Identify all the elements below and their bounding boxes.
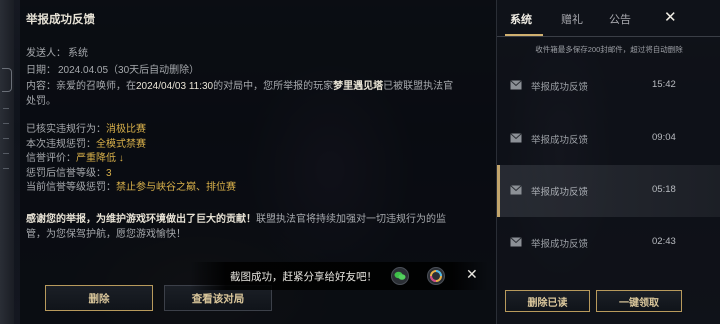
- mail-time: 02:43: [652, 236, 676, 247]
- toast-text: 截图成功，赶紧分享给好友吧！: [230, 271, 377, 283]
- mail-time: 15:42: [652, 79, 676, 90]
- detail-label: 信誉评价：: [26, 153, 76, 164]
- selected-indicator: [497, 165, 500, 217]
- detail-label: 已核实违规行为：: [26, 124, 106, 135]
- left-rail-marks: [3, 108, 11, 183]
- mail-list-item[interactable]: 举报成功反馈 15:42: [497, 60, 720, 112]
- sender-row: 发送人： 系统: [26, 45, 201, 62]
- detail-row: 已核实违规行为：消极比赛: [26, 123, 236, 138]
- mail-tabs: 系统 赠礼 公告 ✕: [497, 0, 720, 36]
- sender-label: 发送人：: [26, 48, 66, 59]
- content-mid: 的对局中，您所举报的玩家: [213, 81, 334, 92]
- detail-row: 当前信誉等级惩罚：禁止参与峡谷之巅、排位赛: [26, 181, 236, 196]
- mail-icon: [510, 133, 522, 143]
- detail-label: 惩罚后信誉等级：: [26, 167, 106, 179]
- detail-label: 当前信誉等级惩罚：: [26, 182, 116, 193]
- detail-row: 本次违规惩罚：全模式禁赛: [26, 138, 236, 153]
- detail-row: 惩罚后信誉等级：3: [26, 167, 236, 182]
- date-label: 日期：: [26, 65, 56, 76]
- mail-icon: [510, 237, 522, 247]
- message-content: 内容：亲爱的召唤师，在2024/04/03 11:30的对局中，您所举报的玩家梦…: [26, 79, 456, 109]
- detail-value: 3: [106, 167, 112, 179]
- screenshot-toast: 截图成功，赶紧分享给好友吧！ ✕: [190, 262, 488, 290]
- sender-value: 系统: [68, 48, 88, 59]
- wechat-share-icon[interactable]: [391, 267, 409, 285]
- detail-label: 本次违规惩罚：: [26, 138, 96, 150]
- mail-list-item[interactable]: 举报成功反馈 09:04: [497, 113, 720, 165]
- message-title: 举报成功反馈: [26, 14, 95, 26]
- close-icon[interactable]: ✕: [664, 8, 677, 26]
- moments-share-icon[interactable]: [427, 267, 445, 285]
- detail-value: 消极比赛: [106, 124, 146, 135]
- mail-sidebar: 系统 赠礼 公告 ✕ 收件箱最多保存200封邮件，超过将自动删除 举报成功反馈 …: [496, 0, 720, 324]
- mail-title: 举报成功反馈: [531, 239, 589, 250]
- mail-list-item-selected[interactable]: 举报成功反馈 05:18: [497, 165, 720, 217]
- mail-time: 05:18: [652, 184, 676, 195]
- delete-button[interactable]: 删除: [45, 285, 153, 311]
- mail-list-item[interactable]: 举报成功反馈 02:43: [497, 217, 720, 269]
- thanks-message: 感谢您的举报，为维护游戏环境做出了巨大的贡献！联盟执法官将持续加强对一切违规行为…: [26, 212, 456, 242]
- mail-title: 举报成功反馈: [531, 187, 589, 198]
- claim-all-button[interactable]: 一键领取: [596, 290, 682, 312]
- left-edge-rail: [0, 0, 14, 324]
- thanks-bold: 感谢您的举报，为维护游戏环境做出了巨大的贡献！: [26, 214, 256, 225]
- date-value: 2024.04.05（30天后自动删除）: [58, 65, 200, 76]
- mail-title: 举报成功反馈: [531, 135, 589, 146]
- mail-time: 09:04: [652, 132, 676, 143]
- toast-close-icon[interactable]: ✕: [466, 266, 478, 283]
- penalty-details: 已核实违规行为：消极比赛 本次违规惩罚：全模式禁赛 信誉评价：严重降低 ↓ 惩罚…: [26, 123, 236, 196]
- message-meta: 发送人： 系统 日期： 2024.04.05（30天后自动删除）: [26, 45, 201, 79]
- tab-system[interactable]: 系统: [510, 11, 532, 27]
- left-collapse-tab[interactable]: [2, 68, 12, 92]
- detail-value: 禁止参与峡谷之巅、排位赛: [116, 182, 236, 193]
- detail-row: 信誉评价：严重降低 ↓: [26, 152, 236, 167]
- date-row: 日期： 2024.04.05（30天后自动删除）: [26, 62, 201, 79]
- mail-title: 举报成功反馈: [531, 82, 589, 93]
- tabs-divider: [497, 36, 720, 37]
- reported-player-name: 梦里遇见塔: [333, 81, 384, 92]
- tab-gifts[interactable]: 赠礼: [561, 11, 583, 27]
- content-datetime: 2024/04/03 11:30: [136, 81, 214, 92]
- detail-value: 严重降低 ↓: [76, 153, 124, 164]
- mail-icon: [510, 185, 522, 195]
- mail-icon: [510, 80, 522, 90]
- tab-announcements[interactable]: 公告: [609, 11, 631, 27]
- detail-value: 全模式禁赛: [96, 138, 146, 150]
- delete-read-button[interactable]: 删除已读: [505, 290, 590, 312]
- mailbox-notice: 收件箱最多保存200封邮件，超过将自动删除: [535, 45, 683, 54]
- content-prefix: 内容：亲爱的召唤师，在: [26, 81, 136, 92]
